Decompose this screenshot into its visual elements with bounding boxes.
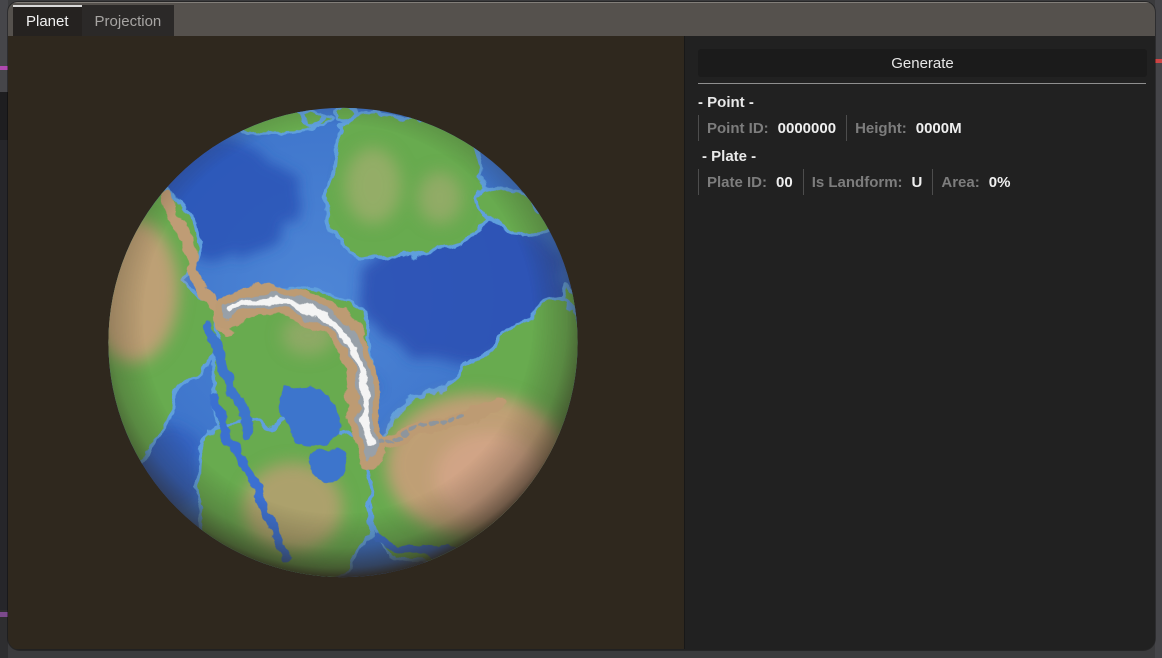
planet-viewport: [8, 36, 684, 649]
is-landform-value: U: [912, 174, 923, 191]
tab-bar: Planet Projection: [8, 2, 1155, 36]
plate-id-label: Plate ID:: [707, 174, 767, 191]
point-section-heading: - Point -: [698, 94, 1155, 111]
height-label: Height:: [855, 120, 907, 137]
point-id-value: 0000000: [778, 120, 836, 137]
planet-globe[interactable]: [8, 36, 684, 649]
plate-info-row: Plate ID: 00 Is Landform: U Area: 0%: [698, 169, 1155, 195]
plate-id-value: 00: [776, 174, 793, 191]
height-value: 0000M: [916, 120, 962, 137]
desktop-edge-left: [0, 0, 8, 658]
tab-projection[interactable]: Projection: [82, 5, 175, 36]
desktop-tick-purple: [0, 612, 8, 617]
generate-button[interactable]: Generate: [698, 49, 1147, 77]
is-landform-label: Is Landform:: [812, 174, 903, 191]
side-panel: Generate - Point - Point ID: 0000000 Hei…: [684, 36, 1155, 649]
point-info-row: Point ID: 0000000 Height: 0000M: [698, 115, 1155, 141]
app-window: Planet Projection: [8, 2, 1155, 650]
area-label: Area:: [941, 174, 979, 191]
window-content: Generate - Point - Point ID: 0000000 Hei…: [8, 36, 1155, 649]
plate-section-heading: - Plate -: [702, 148, 1155, 165]
panel-separator: [698, 83, 1146, 84]
desktop-tick-red: [1155, 59, 1162, 63]
desktop-tick-magenta: [0, 66, 8, 70]
point-id-label: Point ID:: [707, 120, 769, 137]
area-value: 0%: [989, 174, 1011, 191]
tab-planet[interactable]: Planet: [13, 5, 82, 36]
desktop-edge-right: [1155, 0, 1162, 658]
